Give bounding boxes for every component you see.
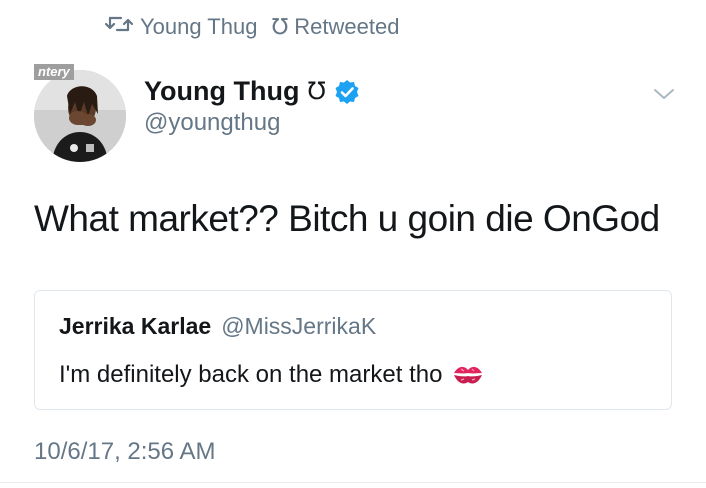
tweet-text: What market?? Bitch u goin die OnGod (34, 198, 660, 239)
retweet-context: Young Thug ℧ Retweeted (104, 14, 399, 40)
quoted-tweet-card[interactable]: Jerrika Karlae @MissJerrikaK I'm definit… (34, 290, 672, 410)
bottom-divider (0, 482, 706, 483)
quoted-tweet-text: I'm definitely back on the market tho (59, 361, 443, 388)
tweet-timestamp[interactable]: 10/6/17, 2:56 AM (34, 438, 215, 466)
quoted-tweet-header: Jerrika Karlae @MissJerrikaK (59, 313, 376, 340)
retweet-action-label: Retweeted (294, 14, 400, 39)
retweeter-emoji: ℧ (271, 14, 289, 39)
kiss-mark-icon (452, 363, 484, 387)
chevron-down-icon[interactable] (652, 84, 676, 104)
avatar-photo (34, 70, 126, 162)
author-name-emoji: ℧ (307, 78, 326, 105)
quoted-author-handle: @MissJerrikaK (221, 313, 377, 339)
author-handle[interactable]: @youngthug (144, 109, 360, 137)
author-name-row: Young Thug ℧ (144, 76, 360, 107)
verified-badge-icon (334, 79, 360, 105)
author-block: Young Thug ℧ @youngthug (144, 76, 360, 137)
author-display-name[interactable]: Young Thug (144, 76, 299, 107)
avatar[interactable] (34, 70, 126, 162)
retweeter-name[interactable]: Young Thug (140, 14, 257, 40)
quoted-author-name: Jerrika Karlae (59, 313, 212, 339)
retweet-icon (104, 14, 134, 40)
quoted-tweet-body: I'm definitely back on the market tho (59, 361, 484, 389)
avatar-watermark: ntery (34, 64, 74, 80)
